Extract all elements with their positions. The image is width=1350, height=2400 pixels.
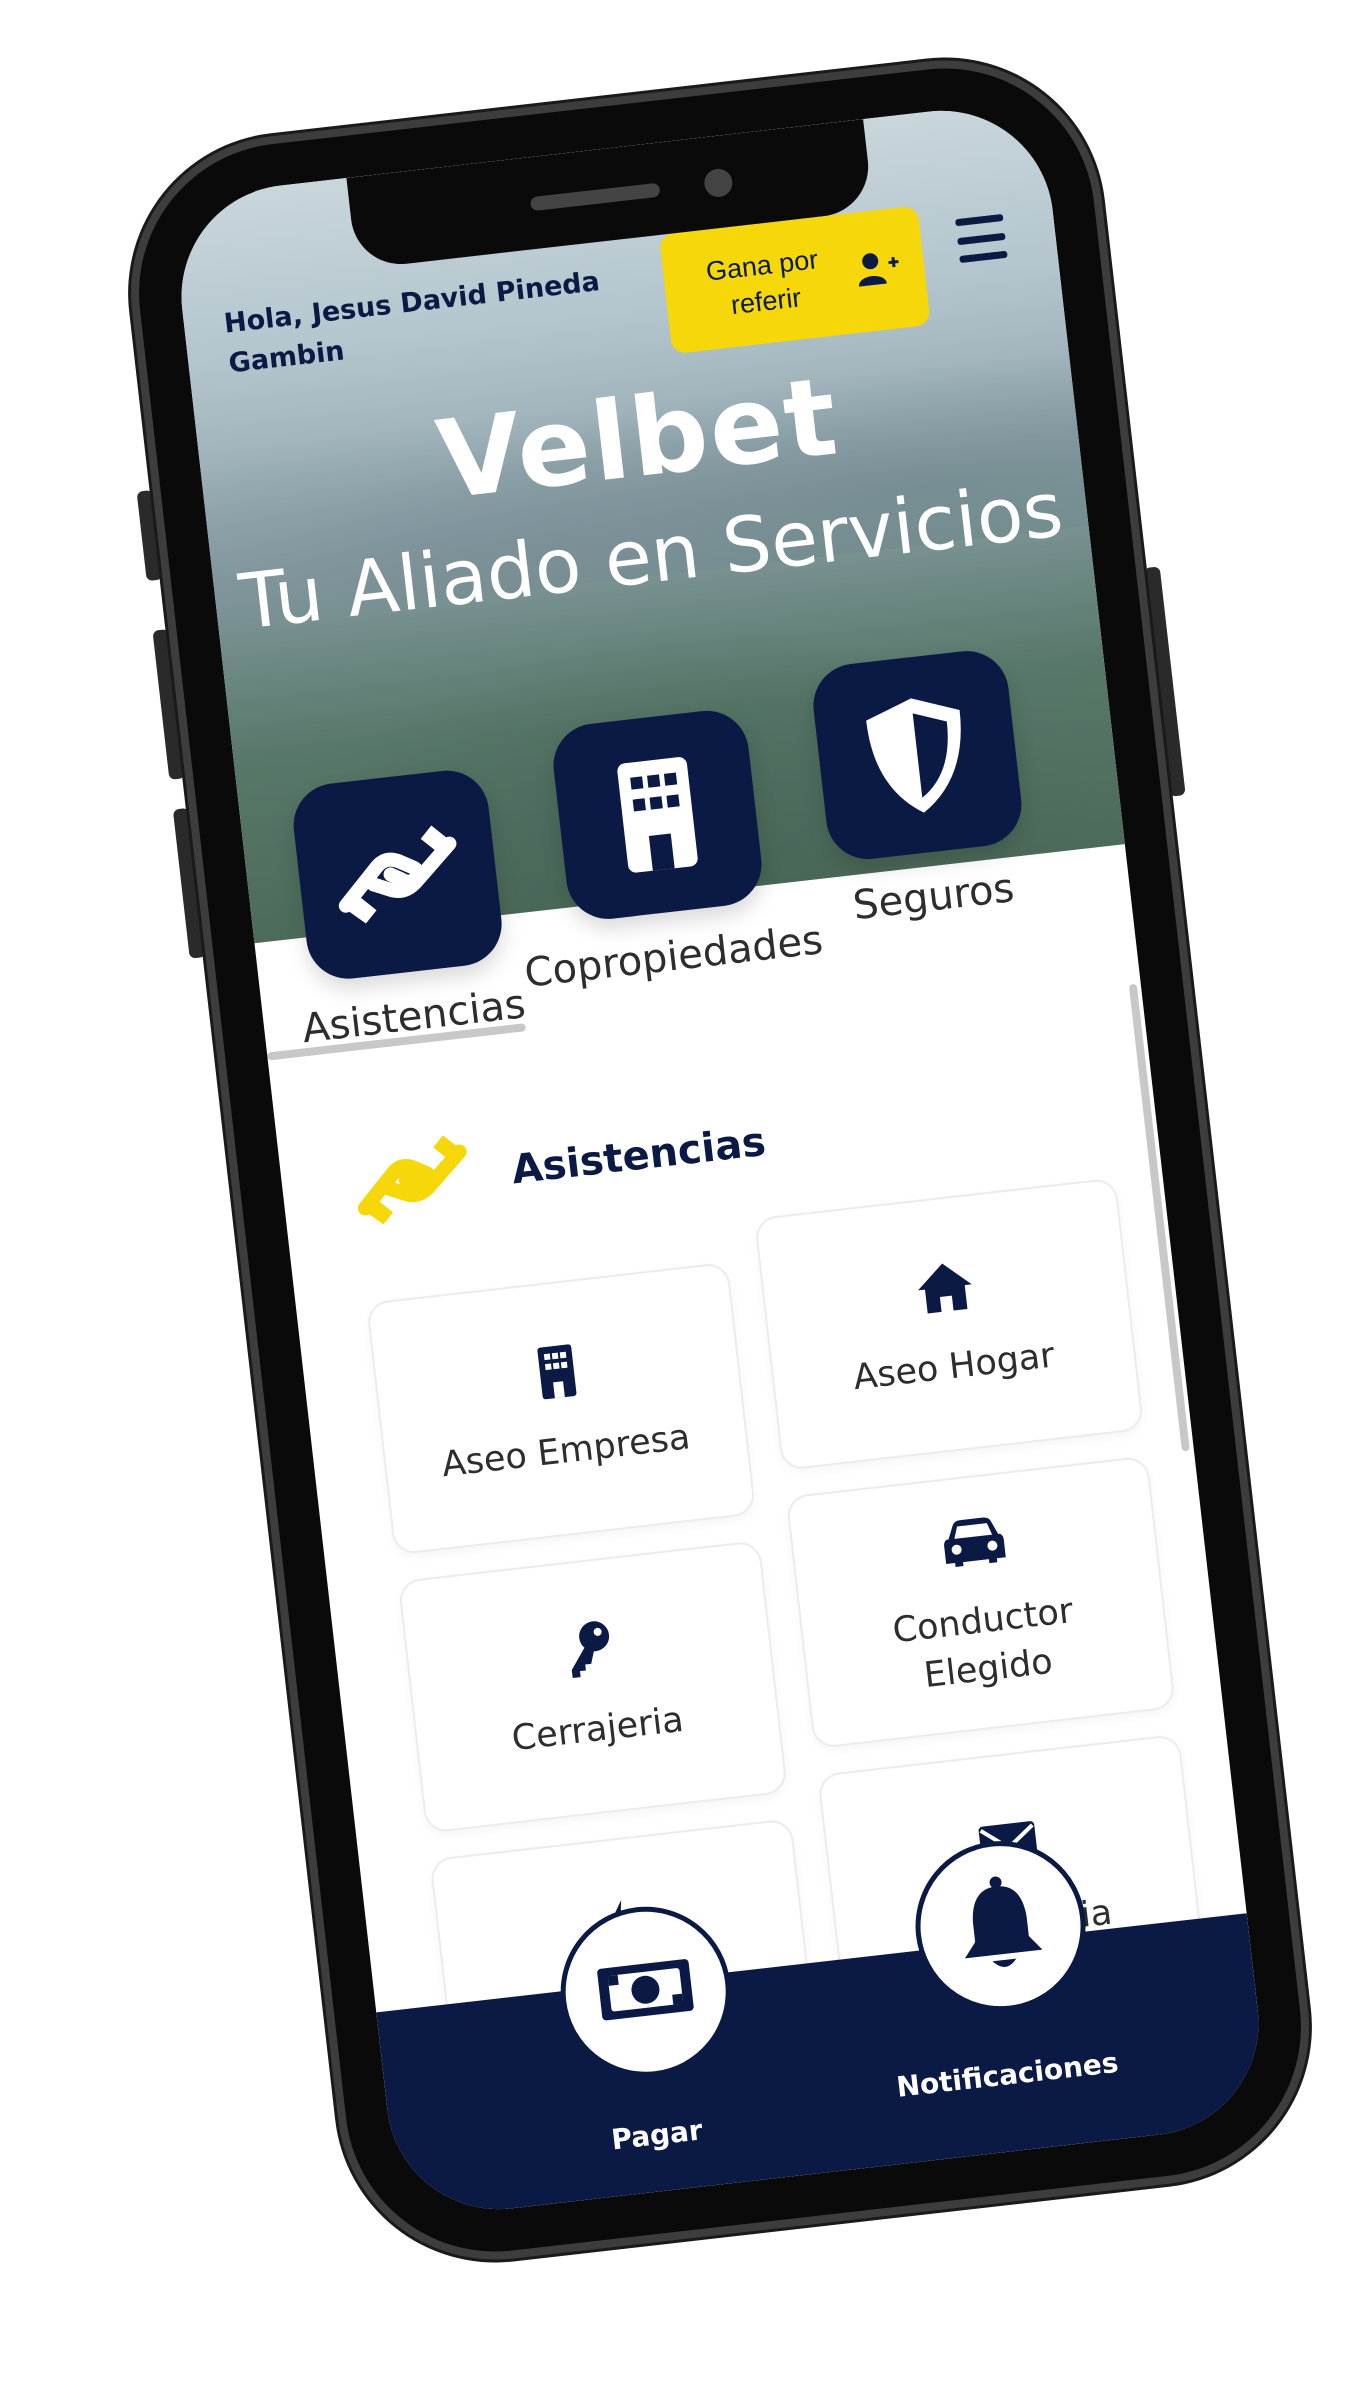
- tab-label: Asistencias: [299, 981, 528, 1053]
- service-label: Cerrajeria: [509, 1699, 686, 1760]
- service-card-aseo-hogar[interactable]: Aseo Hogar: [753, 1177, 1145, 1471]
- building-icon: [534, 1340, 581, 1404]
- pay-label: Pagar: [609, 2113, 705, 2157]
- service-label: Aseo Empresa: [439, 1417, 693, 1486]
- speaker-grille: [529, 182, 661, 212]
- section-title: Asistencias: [509, 1118, 769, 1194]
- shield-icon: [808, 646, 1026, 864]
- phone-frame: Hola, Jesus David Pineda Gambin Gana por…: [123, 52, 1317, 2268]
- building-icon: [549, 706, 766, 924]
- service-card-cerrajeria[interactable]: Cerrajeria: [397, 1539, 789, 1834]
- user-plus-icon: [854, 248, 902, 293]
- car-icon: [940, 1508, 1008, 1575]
- service-card-aseo-empresa[interactable]: Aseo Empresa: [365, 1261, 757, 1556]
- refer-label: Gana por referir: [704, 244, 820, 321]
- bell-icon: [950, 1869, 1051, 1983]
- service-label: Aseo Hogar: [851, 1335, 1057, 1399]
- user-greeting: Hola, Jesus David Pineda Gambin: [222, 266, 602, 380]
- notifications-label: Notificaciones: [894, 2045, 1121, 2104]
- handshake-icon: [289, 766, 507, 984]
- app-screen: Hola, Jesus David Pineda Gambin Gana por…: [169, 98, 1271, 2222]
- tab-label: Seguros: [850, 865, 1017, 930]
- mute-switch: [136, 489, 163, 582]
- service-card-conductor-elegido[interactable]: Conductor Elegido: [785, 1455, 1176, 1750]
- hamburger-menu-icon[interactable]: [955, 213, 1008, 264]
- phone-mockup: Hola, Jesus David Pineda Gambin Gana por…: [123, 52, 1317, 2268]
- key-icon: [560, 1617, 616, 1682]
- section-header: Asistencias: [347, 1087, 772, 1243]
- money-bill-icon: [592, 1952, 699, 2031]
- front-camera: [702, 167, 734, 199]
- service-label: Conductor Elegido: [890, 1591, 1076, 1697]
- home-icon: [912, 1254, 978, 1320]
- services-grid: Aseo Empresa Aseo Hogar Cerrajeria Condu…: [365, 1177, 1208, 2112]
- tab-label: Copropiedades: [522, 917, 826, 997]
- stage: Hola, Jesus David Pineda Gambin Gana por…: [0, 0, 1350, 2400]
- handshake-icon: [347, 1123, 478, 1240]
- tab-seguros[interactable]: Seguros: [757, 641, 1085, 937]
